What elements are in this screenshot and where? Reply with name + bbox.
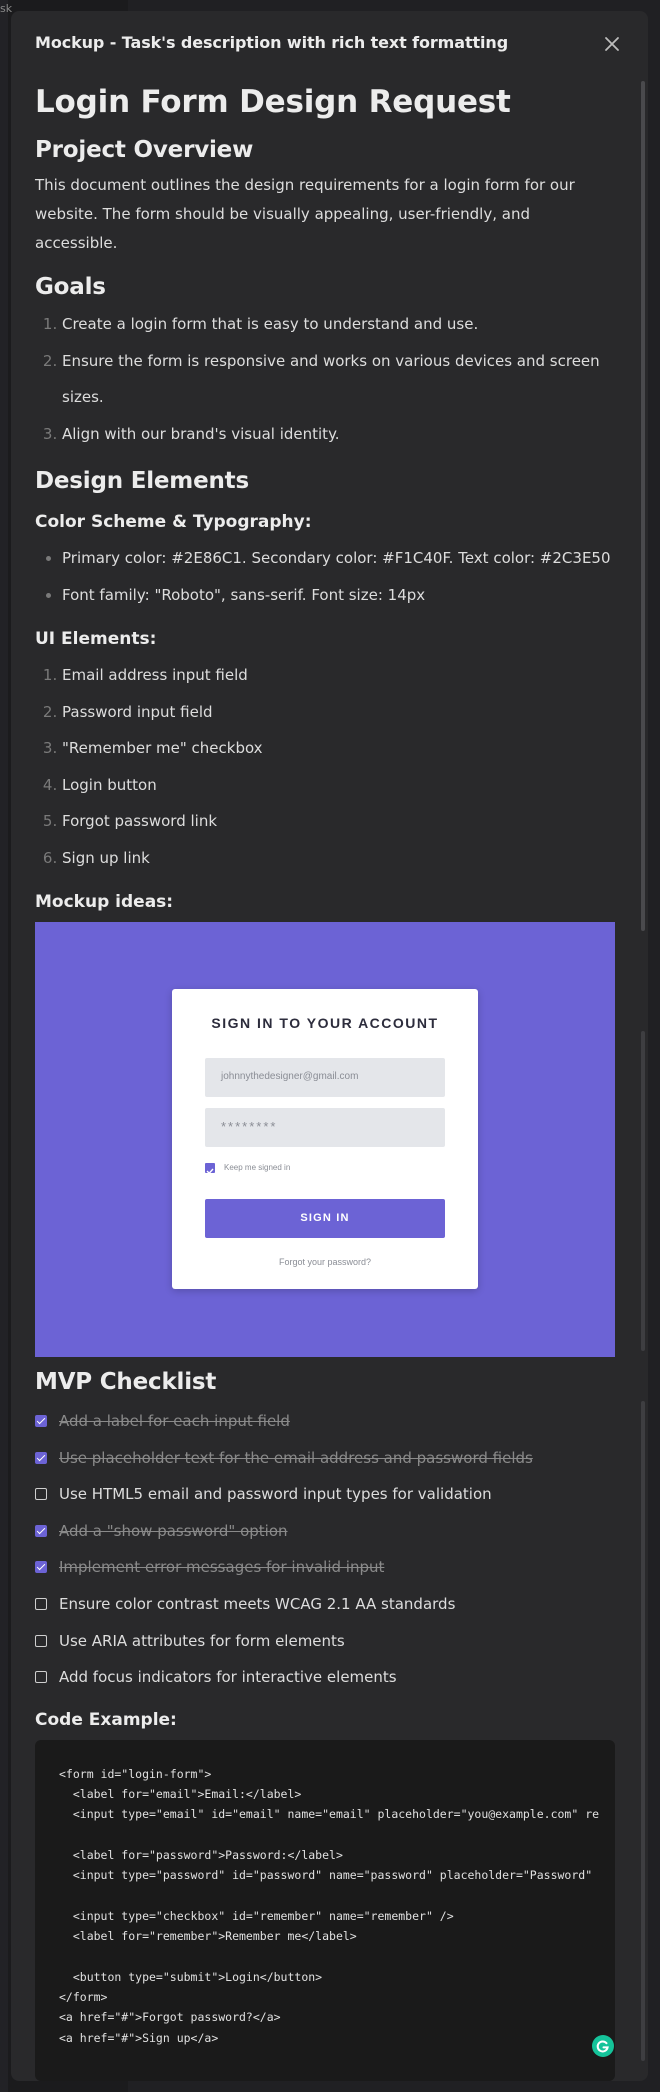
- checklist-item: Implement error messages for invalid inp…: [35, 1549, 615, 1586]
- ui-elements-heading: UI Elements:: [35, 629, 157, 649]
- checkbox[interactable]: [35, 1415, 47, 1427]
- grammarly-glyph: [596, 2040, 609, 2053]
- overview-paragraph: This document outlines the design requir…: [35, 176, 575, 252]
- checklist-item-label: Use ARIA attributes for form elements: [59, 1631, 345, 1650]
- close-icon: [605, 37, 619, 51]
- mockup-card-title: SIGN IN TO YOUR ACCOUNT: [211, 1015, 439, 1031]
- code-content: <form id="login-form"> <label for="email…: [59, 1766, 600, 2045]
- list-item: Create a login form that is easy to unde…: [62, 306, 615, 343]
- list-item: Sign up link: [62, 840, 615, 877]
- checklist-item-label: Add a "show password" option: [59, 1521, 288, 1540]
- checklist-item-label: Use HTML5 email and password input types…: [59, 1485, 492, 1504]
- mockup-email-field: johnnythedesigner@gmail.com: [205, 1058, 445, 1097]
- checklist-item: Add a label for each input field: [35, 1403, 615, 1440]
- mockup-login-card: SIGN IN TO YOUR ACCOUNT johnnythedesigne…: [172, 989, 478, 1289]
- modal-header: Mockup - Task's description with rich te…: [11, 11, 648, 66]
- list-item: Login button: [62, 767, 615, 804]
- list-item: Primary color: #2E86C1. Secondary color:…: [62, 540, 615, 577]
- design-elements-heading: Design Elements: [35, 468, 249, 494]
- mockup-password-field: ********: [205, 1108, 445, 1147]
- checkbox[interactable]: [35, 1597, 47, 1610]
- checklist-item: Add a "show password" option: [35, 1513, 615, 1550]
- background-sidebar-strip: [0, 0, 8, 2092]
- scrollbar-segment: [641, 1031, 645, 1351]
- code-block[interactable]: <form id="login-form"> <label for="email…: [35, 1739, 615, 2081]
- checklist-item-label: Add focus indicators for interactive ele…: [59, 1668, 397, 1687]
- scrollbar-segment: [641, 1401, 645, 2061]
- checklist-item-label: Ensure color contrast meets WCAG 2.1 AA …: [59, 1594, 456, 1613]
- overview-heading: Project Overview: [35, 137, 254, 163]
- goals-heading: Goals: [35, 274, 106, 300]
- checklist-item-label: Use placeholder text for the email addre…: [59, 1448, 533, 1467]
- checklist-item: Use placeholder text for the email addre…: [35, 1440, 615, 1477]
- grammarly-icon[interactable]: [592, 2035, 614, 2057]
- color-scheme-heading: Color Scheme & Typography:: [35, 512, 312, 532]
- scrollbar[interactable]: [641, 81, 645, 2071]
- list-item: Align with our brand's visual identity.: [62, 416, 615, 453]
- mockup-password-value: ********: [221, 1119, 278, 1134]
- list-item: Font family: "Roboto", sans-serif. Font …: [62, 577, 615, 614]
- mockup-remember-label: Keep me signed in: [224, 1163, 291, 1172]
- checklist-item: Use HTML5 email and password input types…: [35, 1476, 615, 1513]
- check-icon: [206, 1168, 214, 1175]
- code-example-heading: Code Example:: [35, 1709, 177, 1730]
- mockup-forgot-link: Forgot your password?: [278, 1257, 372, 1267]
- checklist-item: Use ARIA attributes for form elements: [35, 1623, 615, 1660]
- mockup-sign-in-button: SIGN IN: [205, 1199, 445, 1238]
- goals-list: Create a login form that is easy to unde…: [35, 306, 615, 452]
- mvp-checklist: Add a label for each input field Use pla…: [35, 1403, 615, 1696]
- list-item: "Remember me" checkbox: [62, 730, 615, 767]
- checkbox[interactable]: [35, 1524, 47, 1537]
- list-item: Ensure the form is responsive and works …: [62, 343, 615, 416]
- task-description-modal: Mockup - Task's description with rich te…: [11, 11, 648, 2081]
- checklist-heading: MVP Checklist: [35, 1369, 217, 1395]
- mockup-image: SIGN IN TO YOUR ACCOUNT johnnythedesigne…: [35, 922, 615, 1357]
- list-item: Forgot password link: [62, 803, 615, 840]
- checklist-item-label: Implement error messages for invalid inp…: [59, 1558, 385, 1577]
- rich-text-content: Login Form Design Request Project Overvi…: [35, 83, 615, 2081]
- ui-elements-list: Email address input field Password input…: [35, 657, 615, 876]
- close-button[interactable]: [601, 33, 623, 55]
- checklist-item: Ensure color contrast meets WCAG 2.1 AA …: [35, 1586, 615, 1623]
- scrollbar-thumb[interactable]: [641, 81, 645, 931]
- mockup-email-value: johnnythedesigner@gmail.com: [221, 1071, 359, 1082]
- modal-title: Mockup - Task's description with rich te…: [35, 33, 509, 52]
- checkbox[interactable]: [35, 1451, 47, 1464]
- document-title: Login Form Design Request: [35, 84, 511, 120]
- mockup-heading: Mockup ideas:: [35, 892, 174, 912]
- list-item: Password input field: [62, 694, 615, 731]
- list-item: Email address input field: [62, 657, 615, 694]
- checkbox[interactable]: [35, 1671, 47, 1684]
- checkbox[interactable]: [35, 1634, 47, 1647]
- mockup-checkbox: [205, 1163, 215, 1175]
- checkbox[interactable]: [35, 1561, 47, 1574]
- checkbox[interactable]: [35, 1488, 47, 1501]
- checklist-item: Add focus indicators for interactive ele…: [35, 1659, 615, 1696]
- checklist-item-label: Add a label for each input field: [59, 1412, 290, 1430]
- color-list: Primary color: #2E86C1. Secondary color:…: [35, 540, 615, 613]
